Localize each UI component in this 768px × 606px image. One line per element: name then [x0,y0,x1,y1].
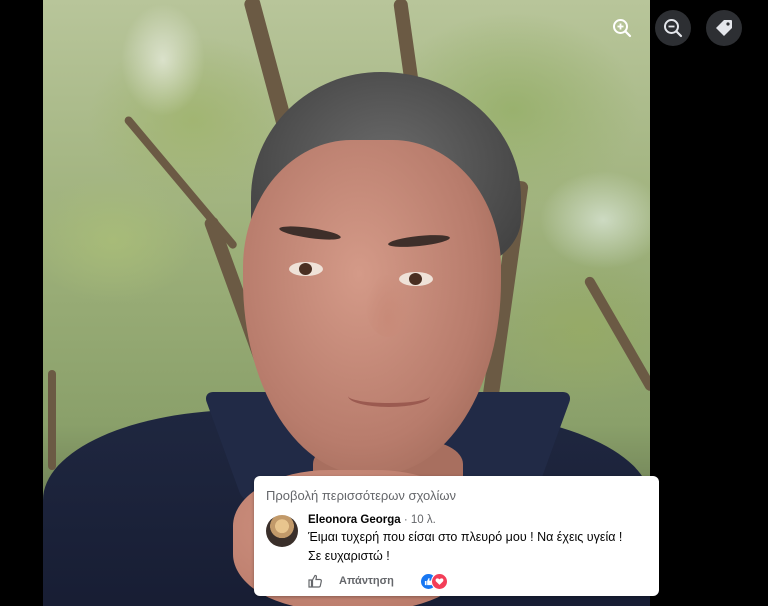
comment-text-line-2: Σε ευχαριστώ ! [308,549,390,563]
comment-separator: · [400,514,411,526]
avatar[interactable] [266,515,298,547]
reply-button[interactable]: Απάντηση [339,575,394,587]
zoom-in-button[interactable] [604,10,640,46]
view-more-comments-link[interactable]: Προβολή περισσότερων σχολίων [266,488,647,503]
reactions-summary[interactable] [419,573,448,590]
comment-text-line-1: Έιμαι τυχερή που είσαι στο πλευρό μου ! … [308,530,623,544]
zoom-in-icon [612,18,632,38]
comments-panel: Προβολή περισσότερων σχολίων Eleonora Ge… [254,476,659,596]
zoom-out-icon [663,18,683,38]
comment-actions: Απάντηση [307,573,647,590]
thumbs-up-icon[interactable] [307,573,323,589]
tag-icon [714,18,734,38]
zoom-out-button[interactable] [655,10,691,46]
tag-button[interactable] [706,10,742,46]
comment-timestamp[interactable]: 10 λ. [411,514,436,526]
comment-item: Eleonora Georga · 10 λ. Έιμαι τυχερή που… [266,513,647,565]
comment-author[interactable]: Eleonora Georga [308,514,401,526]
love-reaction-icon [430,573,448,590]
